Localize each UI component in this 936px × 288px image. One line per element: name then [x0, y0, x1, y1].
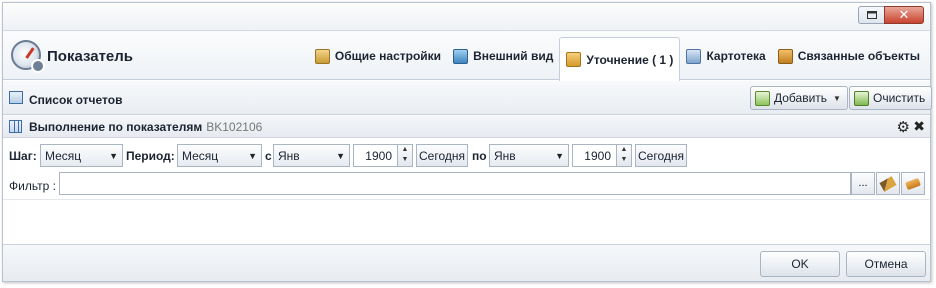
tab-label: Общие настройки — [334, 49, 442, 63]
add-icon — [755, 90, 770, 106]
from-label: с — [265, 149, 272, 163]
from-year-stepper[interactable]: 1900 ▲ ▼ — [353, 144, 413, 167]
chevron-down-icon: ▼ — [248, 151, 257, 161]
filter-browse-button[interactable]: ... — [851, 172, 875, 195]
spin-arrows-icon[interactable]: ▲ ▼ — [616, 145, 631, 166]
from-month-select[interactable]: Янв ▼ — [273, 144, 350, 167]
step-select[interactable]: Месяц ▼ — [40, 144, 123, 167]
gauge-icon — [11, 40, 45, 73]
chevron-down-icon: ▼ — [833, 93, 841, 103]
restore-button[interactable] — [858, 6, 884, 24]
tab-label: Внешний вид — [473, 49, 554, 63]
to-month-select[interactable]: Янв ▼ — [489, 144, 569, 167]
close-button[interactable]: ✕ — [884, 6, 924, 24]
title-bar: ✕ — [3, 3, 930, 30]
indicator-dialog: ✕ Показатель Общие настройки Внешний вид… — [2, 2, 933, 282]
divider — [3, 199, 930, 200]
report-panel-title: Выполнение по показателям BK102106 — [29, 120, 263, 134]
add-button[interactable]: Добавить ▼ — [750, 86, 848, 110]
tab-related-objects[interactable]: Связанные объекты — [772, 31, 926, 81]
tab-label: Связанные объекты — [797, 49, 920, 63]
header: Показатель Общие настройки Внешний вид У… — [3, 30, 930, 82]
close-icon: ✕ — [898, 7, 910, 22]
tab-card-index[interactable]: Картотека — [680, 31, 771, 81]
report-list-icon — [9, 91, 23, 104]
add-button-label: Добавить — [774, 91, 828, 105]
clear-button-label: Очистить — [873, 91, 926, 105]
brush-icon — [879, 176, 897, 192]
window-controls: ✕ — [858, 6, 924, 24]
filter-edit-button[interactable] — [876, 172, 900, 195]
filter-clear-button[interactable] — [901, 172, 925, 195]
report-panel-header: Выполнение по показателям BK102106 ⚙ ✖ — [3, 116, 930, 138]
step-label: Шаг: — [9, 149, 37, 163]
filter-input[interactable] — [59, 172, 851, 195]
page-title: Показатель — [47, 48, 134, 65]
period-label: Период: — [126, 149, 175, 163]
filter-label: Фильтр : — [9, 179, 56, 193]
chevron-down-icon: ▼ — [555, 151, 564, 161]
settings-doc-icon — [314, 48, 330, 64]
tab-bar: Общие настройки Внешний вид Уточнение ( … — [309, 31, 926, 82]
gear-icon[interactable]: ⚙ — [897, 118, 910, 136]
chevron-down-icon: ▼ — [336, 151, 345, 161]
from-today-button[interactable]: Сегодня — [416, 144, 468, 167]
dialog-footer: OK Отмена — [3, 244, 930, 281]
to-year-stepper[interactable]: 1900 ▲ ▼ — [572, 144, 632, 167]
table-icon — [9, 120, 22, 133]
tab-appearance[interactable]: Внешний вид — [447, 31, 559, 81]
tab-refinement[interactable]: Уточнение ( 1 ) — [559, 37, 681, 82]
report-list-toolbar: Список отчетов Добавить ▼ Очистить — [3, 81, 933, 115]
tab-label: Уточнение ( 1 ) — [586, 52, 674, 67]
filter-row: Фильтр : ... — [3, 171, 930, 197]
to-label: по — [472, 149, 487, 163]
appearance-icon — [453, 48, 469, 64]
tab-general-settings[interactable]: Общие настройки — [309, 31, 447, 81]
report-list-label: Список отчетов — [29, 93, 123, 107]
gear-badge-icon — [31, 59, 45, 73]
restore-icon — [866, 11, 877, 19]
period-filter-row: Шаг: Месяц ▼ Период: Месяц ▼ с Янв ▼ 190… — [3, 142, 930, 168]
card-index-icon — [686, 48, 702, 64]
chevron-down-icon: ▼ — [109, 151, 118, 161]
report-code: BK102106 — [206, 120, 263, 134]
eraser-icon — [905, 177, 921, 191]
refine-icon — [566, 52, 582, 67]
ok-button[interactable]: OK — [760, 251, 840, 277]
to-today-button[interactable]: Сегодня — [635, 144, 687, 167]
clear-button[interactable]: Очистить — [849, 86, 933, 110]
close-panel-icon[interactable]: ✖ — [913, 118, 925, 135]
period-select[interactable]: Месяц ▼ — [177, 144, 262, 167]
clear-icon — [854, 90, 869, 106]
cancel-button[interactable]: Отмена — [846, 251, 926, 277]
related-objects-icon — [777, 48, 793, 64]
spin-arrows-icon[interactable]: ▲ ▼ — [397, 145, 412, 166]
tab-label: Картотека — [706, 49, 766, 63]
